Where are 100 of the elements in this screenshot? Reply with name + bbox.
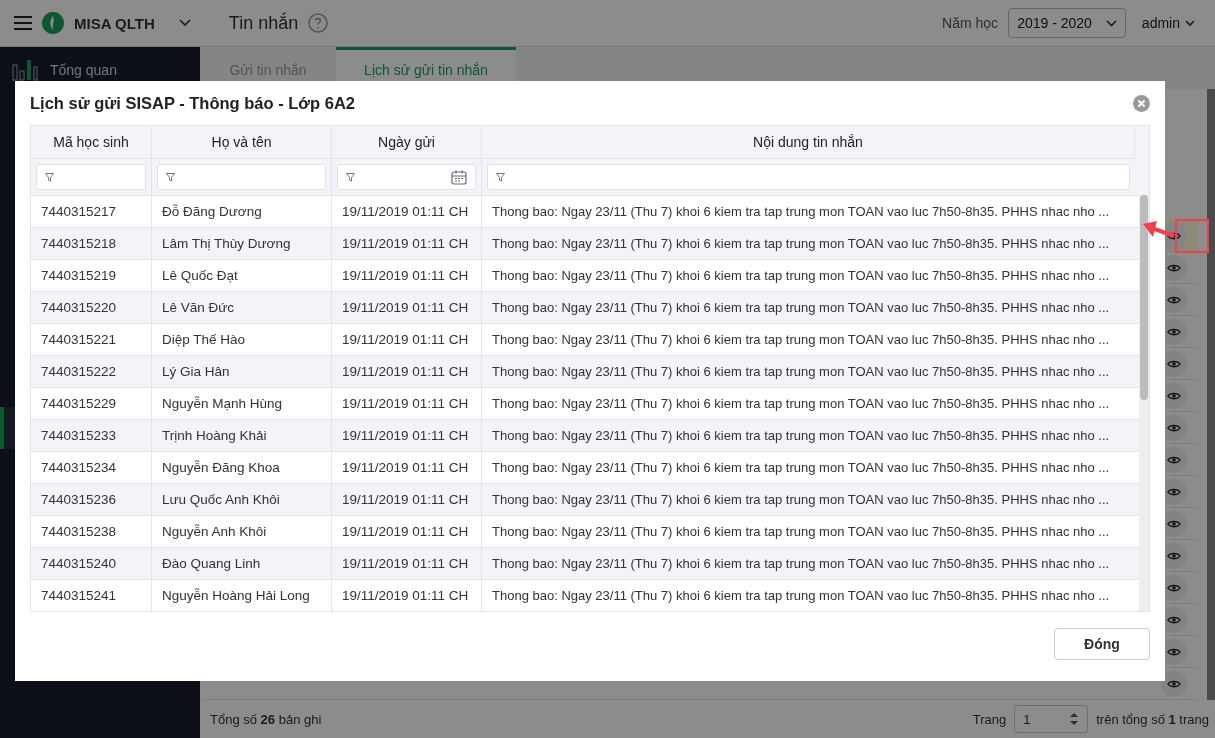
- filter-icon: [166, 172, 175, 182]
- table-cell: 19/11/2019 01:11 CH: [342, 524, 469, 539]
- filter-field[interactable]: [337, 164, 476, 190]
- view-button[interactable]: [1161, 670, 1187, 697]
- table-cell: 7440315238: [41, 524, 117, 539]
- filter-icon: [45, 172, 54, 182]
- filter-field[interactable]: [157, 164, 326, 190]
- table-cell: Thong bao: Ngay 23/11 (Thu 7) khoi 6 kiem tra tap trung mon TOAN vao luc 7h50-8h35. PHHS nhac nho ...: [492, 524, 1110, 539]
- eye-icon: [1167, 614, 1181, 625]
- table-cell: 7440315229: [41, 396, 117, 411]
- table-cell: 19/11/2019 01:11 CH: [342, 588, 469, 603]
- chevron-down-icon[interactable]: [178, 19, 191, 27]
- table-cell: Thong bao: Ngay 23/11 (Thu 7) khoi 6 kiem tra tap trung mon TOAN vao luc 7h50-8h35. PHHS nhac nho ...: [492, 204, 1110, 219]
- table-cell: Thong bao: Ngay 23/11 (Thu 7) khoi 6 kiem tra tap trung mon TOAN vao luc 7h50-8h35. PHHS nhac nho ...: [492, 268, 1110, 283]
- table-cell: Thong bao: Ngay 23/11 (Thu 7) khoi 6 kiem tra tap trung mon TOAN vao luc 7h50-8h35. PHHS nhac nho ...: [492, 332, 1110, 347]
- eye-icon: [1167, 422, 1181, 433]
- eye-icon: [1167, 294, 1181, 305]
- eye-icon: [1167, 582, 1181, 593]
- table-cell: 19/11/2019 01:11 CH: [342, 332, 469, 347]
- table-cell: Nguyễn Đăng Khoa: [162, 460, 280, 475]
- menu-icon[interactable]: [14, 15, 32, 31]
- table-cell: Lê Văn Đức: [162, 300, 235, 315]
- table-cell: Thong bao: Ngay 23/11 (Thu 7) khoi 6 kiem tra tap trung mon TOAN vao luc 7h50-8h35. PHHS nhac nho ...: [492, 396, 1110, 411]
- table-cell: Nguyễn Mạnh Hùng: [162, 396, 283, 411]
- eye-icon: [1167, 550, 1181, 561]
- column-header[interactable]: Nội dung tin nhắn: [753, 134, 863, 150]
- chart-icon: [12, 60, 38, 81]
- eye-icon: [1167, 518, 1181, 529]
- table-cell: 19/11/2019 01:11 CH: [342, 428, 469, 443]
- table-cell: 7440315217: [41, 204, 117, 219]
- column-header[interactable]: Ngày gửi: [378, 134, 435, 150]
- table-cell: 19/11/2019 01:11 CH: [342, 460, 469, 475]
- spinner-arrows-icon[interactable]: [1069, 711, 1080, 727]
- user-menu[interactable]: admin: [1141, 15, 1195, 31]
- table-cell: Diệp Thế Hào: [162, 332, 246, 347]
- table-cell: 7440315218: [41, 236, 117, 251]
- table-cell: 19/11/2019 01:11 CH: [342, 300, 469, 315]
- eye-icon: [1167, 454, 1181, 465]
- column-header[interactable]: Họ và tên: [211, 134, 272, 150]
- table-cell: Thong bao: Ngay 23/11 (Thu 7) khoi 6 kiem tra tap trung mon TOAN vao luc 7h50-8h35. PHHS nhac nho ...: [492, 300, 1110, 315]
- table-cell: Thong bao: Ngay 23/11 (Thu 7) khoi 6 kiem tra tap trung mon TOAN vao luc 7h50-8h35. PHHS nhac nho ...: [492, 236, 1110, 251]
- table-cell: 19/11/2019 01:11 CH: [342, 204, 469, 219]
- annotation-arrow: [1143, 221, 1175, 238]
- table-cell: Nguyễn Hoàng Hải Long: [162, 588, 310, 603]
- table-cell: 7440315233: [41, 428, 117, 443]
- eye-icon: [1167, 262, 1181, 273]
- app-name: MISA QLTH: [74, 14, 155, 32]
- table-cell: 19/11/2019 01:11 CH: [342, 556, 469, 571]
- table-cell: 19/11/2019 01:11 CH: [342, 396, 469, 411]
- eye-icon: [1167, 678, 1181, 689]
- table-cell: Thong bao: Ngay 23/11 (Thu 7) khoi 6 kiem tra tap trung mon TOAN vao luc 7h50-8h35. PHHS nhac nho ...: [492, 364, 1110, 379]
- table-cell: 7440315222: [41, 364, 117, 379]
- filter-field[interactable]: [36, 164, 146, 190]
- filter-field[interactable]: [487, 164, 1130, 190]
- table-cell: Lâm Thị Thùy Dương: [162, 236, 291, 251]
- page-label: Trang: [972, 711, 1007, 727]
- table-cell: 7440315220: [41, 300, 117, 315]
- table-cell: 7440315236: [41, 492, 117, 507]
- eye-icon: [1167, 390, 1181, 401]
- table-cell: Đào Quang Linh: [162, 556, 261, 571]
- table-cell: 7440315234: [41, 460, 117, 475]
- table-cell: Nguyễn Anh Khôi: [162, 524, 267, 539]
- eye-icon: [1167, 326, 1181, 337]
- page-title: Tin nhắn: [228, 12, 299, 34]
- chevron-down-icon: [1105, 19, 1117, 27]
- eye-icon: [1167, 646, 1181, 657]
- close-button[interactable]: Đóng: [1054, 628, 1150, 660]
- column-header[interactable]: Mã học sinh: [53, 134, 129, 150]
- table-cell: Thong bao: Ngay 23/11 (Thu 7) khoi 6 kiem tra tap trung mon TOAN vao luc 7h50-8h35. PHHS nhac nho ...: [492, 460, 1110, 475]
- table-cell: 19/11/2019 01:11 CH: [342, 236, 469, 251]
- close-icon[interactable]: [1133, 94, 1150, 112]
- filter-icon: [346, 172, 355, 182]
- table-cell: Thong bao: Ngay 23/11 (Thu 7) khoi 6 kiem tra tap trung mon TOAN vao luc 7h50-8h35. PHHS nhac nho ...: [492, 588, 1110, 603]
- table-cell: Thong bao: Ngay 23/11 (Thu 7) khoi 6 kiem tra tap trung mon TOAN vao luc 7h50-8h35. PHHS nhac nho ...: [492, 492, 1110, 507]
- record-count: Tổng số 26 bản ghi: [210, 711, 322, 727]
- table-cell: Thong bao: Ngay 23/11 (Thu 7) khoi 6 kiem tra tap trung mon TOAN vao luc 7h50-8h35. PHHS nhac nho ...: [492, 428, 1110, 443]
- table-cell: 7440315240: [41, 556, 117, 571]
- page-input[interactable]: 1: [1014, 705, 1089, 733]
- table-cell: Thong bao: Ngay 23/11 (Thu 7) khoi 6 kiem tra tap trung mon TOAN vao luc 7h50-8h35. PHHS nhac nho ...: [492, 556, 1110, 571]
- table-cell: Lưu Quốc Anh Khôi: [162, 492, 280, 507]
- table-cell: Lý Gia Hân: [162, 364, 230, 379]
- page-total: trên tổng số 1 trang: [1096, 711, 1209, 727]
- table-cell: Lê Quốc Đạt: [162, 268, 238, 283]
- highlight-frame: [1175, 219, 1209, 253]
- table-cell: 19/11/2019 01:11 CH: [342, 268, 469, 283]
- filter-icon: [496, 172, 505, 182]
- sidebar-item[interactable]: Tổng quan: [0, 47, 200, 93]
- logo-icon: [42, 12, 64, 34]
- table-cell: 19/11/2019 01:11 CH: [342, 364, 469, 379]
- table-cell: Trịnh Hoàng Khải: [162, 428, 267, 443]
- eye-icon: [1167, 486, 1181, 497]
- chevron-down-icon: [1185, 19, 1195, 27]
- dialog-title: Lịch sử gửi SISAP - Thông báo - Lớp 6A2: [30, 93, 356, 113]
- school-year-select[interactable]: 2019 - 2020: [1008, 8, 1126, 38]
- scrollbar[interactable]: [1139, 195, 1149, 611]
- calendar-icon[interactable]: [451, 169, 467, 185]
- table-cell: 7440315219: [41, 268, 117, 283]
- table-cell: Đỗ Đăng Dương: [162, 204, 262, 219]
- table-cell: 19/11/2019 01:11 CH: [342, 492, 469, 507]
- school-year-label: Năm học: [942, 15, 999, 31]
